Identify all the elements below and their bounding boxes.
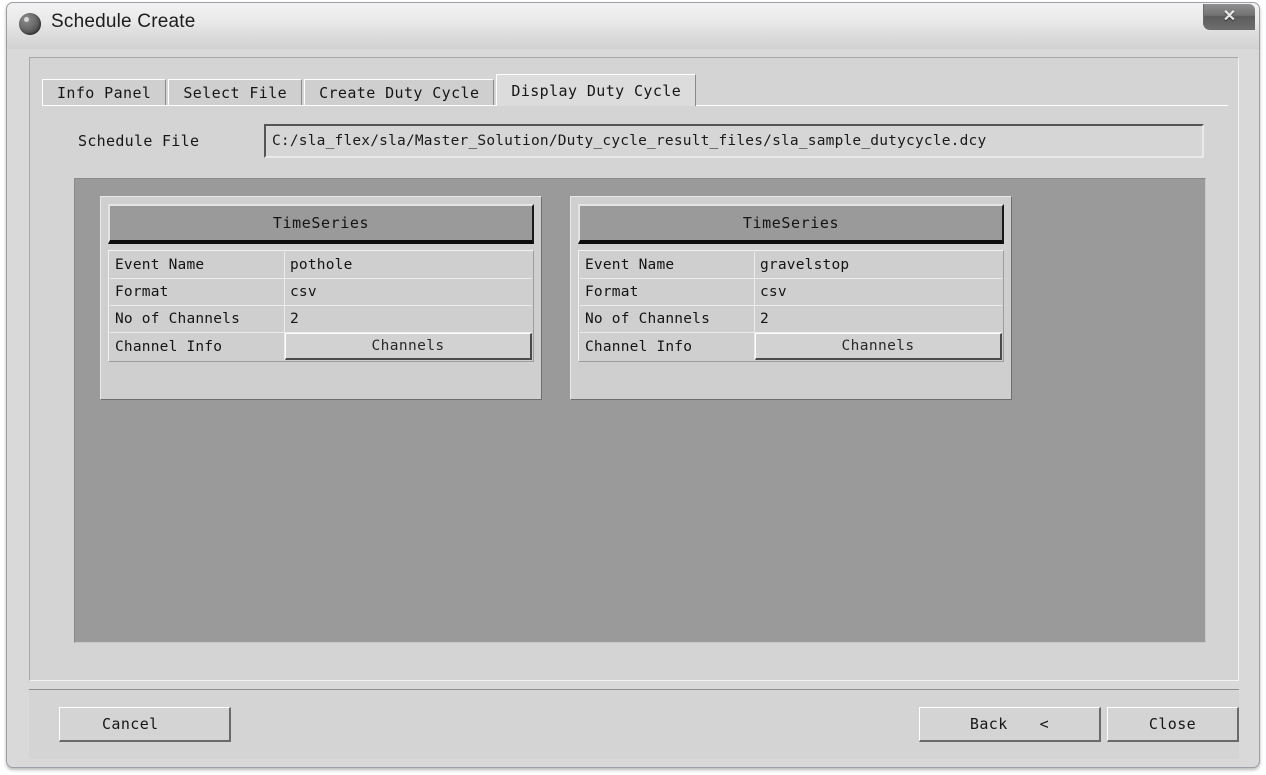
row-value-cell: Channels [285,333,532,360]
table-row: Format csv [110,279,532,306]
row-key: Channel Info [580,333,755,360]
chevron-left-icon: < [1039,715,1050,733]
cancel-button[interactable]: Cancel [59,707,231,742]
dialog-client-area: Info Panel Select File Create Duty Cycle… [29,57,1239,681]
row-value: 2 [290,311,299,327]
back-button-label: Back [969,715,1008,733]
window-close-button[interactable]: ✕ [1203,4,1255,30]
row-value: gravelstop [760,257,850,273]
channels-button-2[interactable]: Channels [755,333,1002,360]
timeseries-header-2[interactable]: TimeSeries [578,204,1004,244]
title-bar: Schedule Create ✕ [7,3,1259,49]
schedule-file-label: Schedule File [78,132,200,150]
table-row: Channel Info Channels [110,333,532,360]
row-value: csv [290,284,317,300]
dialog-button-bar: Cancel Back < Close [29,689,1239,759]
timeseries-table-2: Event Name gravelstop Format csv No of C… [578,250,1004,362]
table-row: Channel Info Channels [580,333,1002,360]
timeseries-panel-2: TimeSeries Event Name gravelstop Format … [570,196,1012,400]
row-key: No of Channels [110,306,285,332]
schedule-file-input[interactable]: C:/sla_flex/sla/Master_Solution/Duty_cyc… [264,124,1204,158]
tab-create-duty-cycle[interactable]: Create Duty Cycle [304,79,495,106]
close-icon: ✕ [1222,7,1237,25]
table-row: No of Channels 2 [580,306,1002,333]
table-row: Format csv [580,279,1002,306]
row-value: csv [760,284,787,300]
row-key: Format [580,279,755,305]
timeseries-panel-1: TimeSeries Event Name pothole Format csv… [100,196,542,400]
tab-info-panel[interactable]: Info Panel [42,79,167,106]
row-value-cell: Channels [755,333,1002,360]
schedule-file-value: C:/sla_flex/sla/Master_Solution/Duty_cyc… [272,133,987,149]
row-key: Channel Info [110,333,285,360]
duty-cycle-canvas: TimeSeries Event Name pothole Format csv… [74,178,1206,643]
row-key: No of Channels [580,306,755,332]
schedule-create-window: Schedule Create ✕ Info Panel Select File… [6,2,1260,768]
close-button[interactable]: Close [1107,707,1239,742]
window-title: Schedule Create [51,11,196,32]
row-key: Format [110,279,285,305]
row-value: 2 [760,311,769,327]
row-key: Event Name [580,252,755,278]
tab-strip: Info Panel Select File Create Duty Cycle… [42,74,698,106]
table-row: Event Name gravelstop [580,252,1002,279]
schedule-file-row: Schedule File C:/sla_flex/sla/Master_Sol… [30,124,1238,164]
table-row: Event Name pothole [110,252,532,279]
back-button[interactable]: Back < [919,707,1101,742]
table-row: No of Channels 2 [110,306,532,333]
tab-display-duty-cycle[interactable]: Display Duty Cycle [496,74,697,106]
timeseries-table-1: Event Name pothole Format csv No of Chan… [108,250,534,362]
sphere-icon [19,13,41,35]
channels-button-1[interactable]: Channels [285,333,532,360]
row-key: Event Name [110,252,285,278]
tab-select-file[interactable]: Select File [168,79,303,106]
timeseries-header-1[interactable]: TimeSeries [108,204,534,244]
row-value: pothole [290,257,353,273]
